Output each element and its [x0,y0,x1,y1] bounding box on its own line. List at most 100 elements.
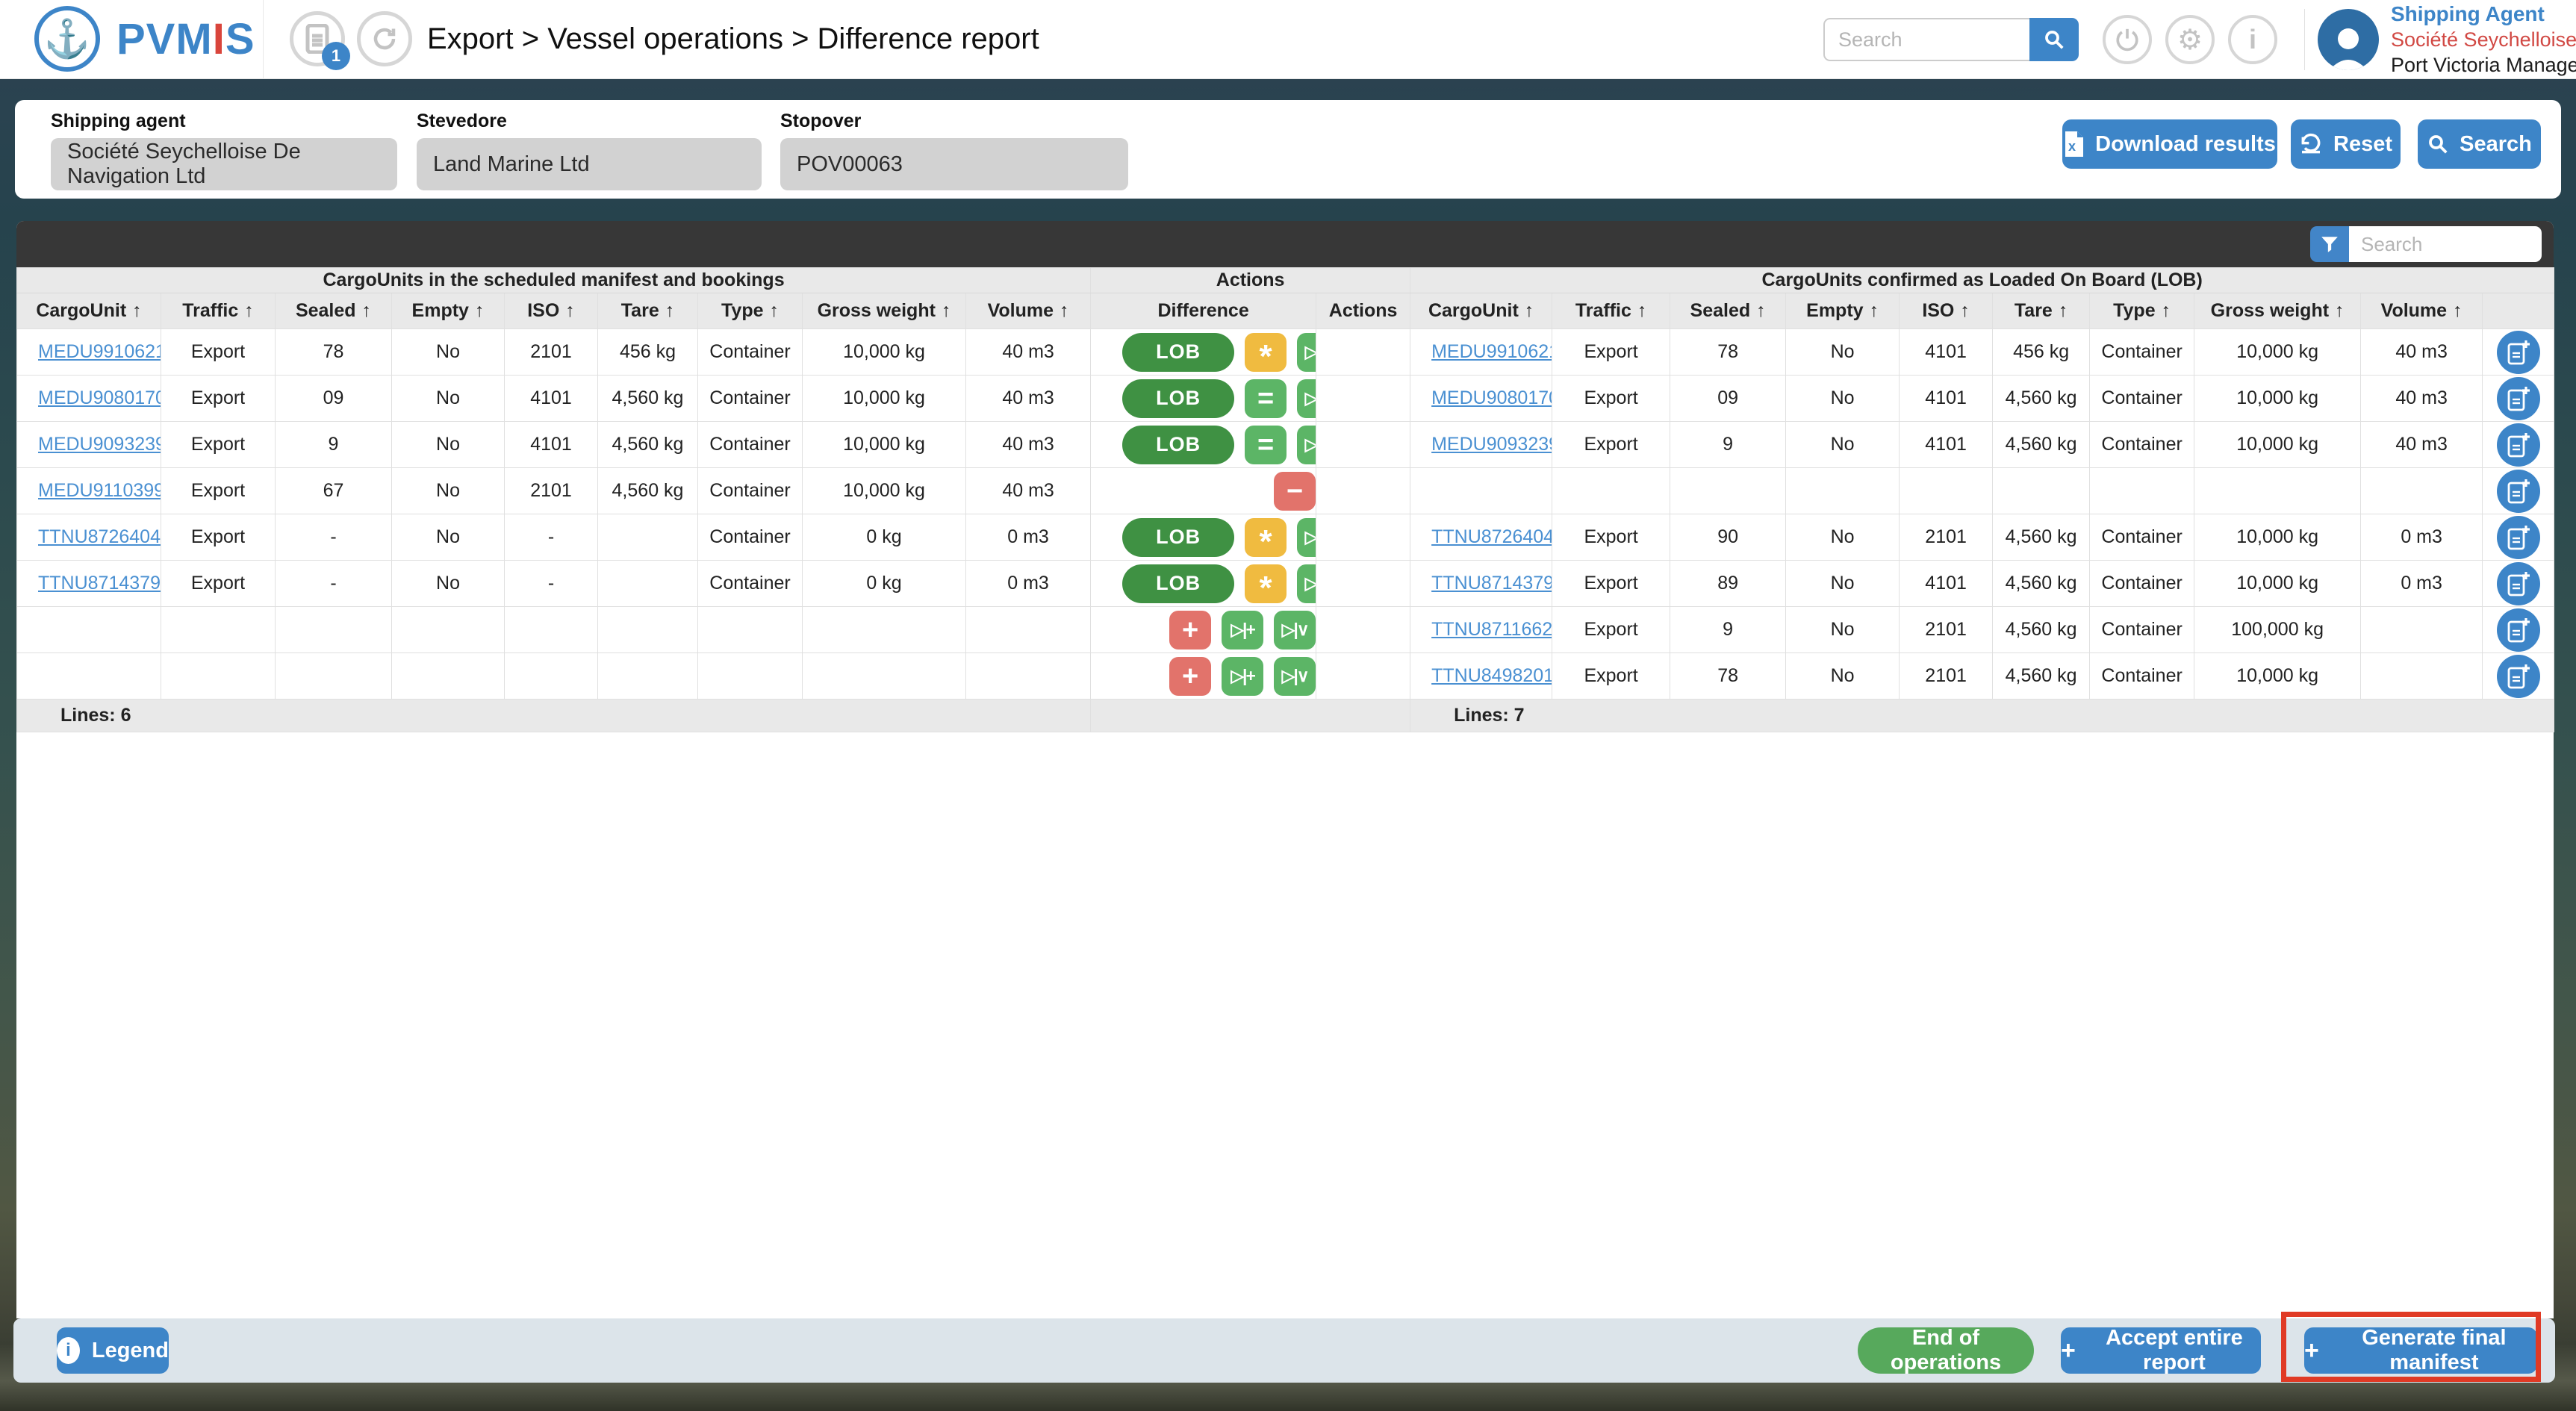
sort-arrow-icon[interactable]: ↑ [244,300,254,321]
sort-arrow-icon[interactable]: ↑ [1960,300,1970,321]
sort-arrow-icon[interactable]: ↑ [1525,300,1534,321]
column-header-volume[interactable]: Volume ↑ [965,293,1092,329]
add-document-button[interactable] [2496,515,2540,559]
logout-button[interactable] [2103,15,2152,64]
equals-action-button[interactable]: = [1245,425,1287,464]
cargo-unit-link[interactable]: MEDU9080170 [38,387,161,408]
lob-action-button[interactable]: LOB [1122,517,1235,557]
sort-arrow-icon[interactable]: ↑ [1756,300,1766,321]
sort-arrow-icon[interactable]: ↑ [1637,300,1647,321]
sort-arrow-icon[interactable]: ↑ [2059,300,2068,321]
search-button[interactable]: Search [2418,119,2541,169]
sort-arrow-icon[interactable]: ↑ [1060,300,1069,321]
asterisk-action-button[interactable]: * [1245,564,1287,605]
global-search-button[interactable] [2029,18,2079,61]
compare-action-button[interactable]: ▷|∨ [1297,425,1316,464]
lob-action-button[interactable]: LOB [1122,425,1235,464]
generate-final-manifest-button[interactable]: + Generate final manifest [2304,1326,2537,1374]
sort-arrow-icon[interactable]: ↑ [2335,300,2345,321]
reports-button[interactable]: 1 [290,11,350,70]
settings-button[interactable]: ⚙ [2165,15,2215,64]
stopover-field[interactable]: POV00063 [780,138,1128,190]
cargo-unit-link[interactable]: MEDU9110399 [38,480,161,501]
user-info[interactable]: Shipping Agent Société Seychelloise De P… [2391,1,2576,78]
compare-action-button[interactable]: ▷|∨ [1297,332,1316,372]
stevedore-field[interactable]: Land Marine Ltd [417,138,762,190]
equals-action-button[interactable]: = [1245,379,1287,418]
cargo-unit-link[interactable]: TTNU8714379 [1431,573,1552,594]
accept-entire-report-button[interactable]: + Accept entire report [2061,1326,2261,1374]
compare-action-button[interactable]: ▷|∨ [1297,517,1316,557]
end-of-operations-button[interactable]: End of operations [1858,1326,2034,1374]
column-header-tare[interactable]: Tare ↑ [597,293,698,329]
column-header-gross-weight[interactable]: Gross weight ↑ [802,293,966,329]
sort-arrow-icon[interactable]: ↑ [2162,300,2171,321]
sort-arrow-icon[interactable]: ↑ [665,300,675,321]
column-header-gross-weight[interactable]: Gross weight ↑ [2194,293,2362,329]
sort-arrow-icon[interactable]: ↑ [1870,300,1879,321]
playplus-action-button[interactable]: ▷|+ [1222,610,1264,650]
compare-action-button[interactable]: ▷|∨ [1297,564,1316,603]
download-results-button[interactable]: x Download results [2062,119,2277,169]
cargo-unit-link[interactable]: TTNU8726404 [38,526,161,547]
cargo-unit-link[interactable]: TTNU8714379 [38,573,161,594]
reset-button[interactable]: Reset [2291,119,2401,169]
shipping-agent-field[interactable]: Société Seychelloise De Navigation Ltd [51,138,397,190]
column-header-sealed[interactable]: Sealed ↑ [1670,293,1787,329]
user-avatar[interactable] [2318,9,2379,70]
column-header-type[interactable]: Type ↑ [697,293,803,329]
refresh-button[interactable] [357,11,412,66]
cargo-unit-link[interactable]: TTNU8711662 [1431,619,1552,640]
sort-arrow-icon[interactable]: ↑ [565,300,575,321]
cargo-unit-link[interactable]: MEDU9910621 [38,341,161,362]
sort-arrow-icon[interactable]: ↑ [132,300,142,321]
column-header-cargo-unit[interactable]: CargoUnit ↑ [1410,293,1553,329]
lob-action-button[interactable]: LOB [1122,332,1235,372]
plus-action-button[interactable]: + [1169,610,1212,650]
add-document-button[interactable] [2496,376,2540,420]
lob-action-button[interactable]: LOB [1122,379,1235,418]
info-button[interactable]: i [2228,15,2277,64]
compare-action-button[interactable]: ▷|∨ [1274,610,1316,650]
cargo-unit-link[interactable]: MEDU9080170 [1431,387,1552,408]
global-search-input[interactable] [1823,18,2029,61]
cargo-unit-link[interactable]: MEDU9093239 [38,434,161,455]
column-header-iso[interactable]: ISO ↑ [504,293,598,329]
asterisk-action-button[interactable]: * [1245,517,1287,558]
sort-arrow-icon[interactable]: ↑ [2453,300,2463,321]
column-header-traffic[interactable]: Traffic ↑ [1552,293,1671,329]
column-header-tare[interactable]: Tare ↑ [1992,293,2091,329]
add-document-button[interactable] [2496,608,2540,652]
cargo-unit-link[interactable]: TTNU8726404 [1431,526,1552,547]
add-document-button[interactable] [2496,561,2540,605]
column-header-iso[interactable]: ISO ↑ [1899,293,1994,329]
compare-action-button[interactable]: ▷|∨ [1274,656,1316,696]
add-document-button[interactable] [2496,330,2540,374]
sort-arrow-icon[interactable]: ↑ [942,300,951,321]
column-header-type[interactable]: Type ↑ [2089,293,2195,329]
column-header-cargo-unit[interactable]: CargoUnit ↑ [16,293,161,329]
table-search-input[interactable] [2349,226,2542,262]
asterisk-action-button[interactable]: * [1245,332,1287,373]
sort-arrow-icon[interactable]: ↑ [770,300,780,321]
cargo-unit-link[interactable]: MEDU9093239 [1431,434,1552,455]
add-document-button[interactable] [2496,423,2540,467]
plus-action-button[interactable]: + [1169,656,1212,696]
cargo-unit-link[interactable]: MEDU9910621 [1431,341,1552,362]
cargo-unit-link[interactable]: TTNU8498201 [1431,665,1552,686]
playplus-action-button[interactable]: ▷|+ [1222,656,1264,696]
column-header-empty[interactable]: Empty ↑ [1785,293,1900,329]
lob-action-button[interactable]: LOB [1122,564,1235,603]
column-header-sealed[interactable]: Sealed ↑ [275,293,392,329]
column-header-empty[interactable]: Empty ↑ [391,293,505,329]
table-filter-button[interactable] [2310,226,2349,262]
sort-arrow-icon[interactable]: ↑ [475,300,485,321]
column-header-volume[interactable]: Volume ↑ [2360,293,2483,329]
compare-action-button[interactable]: ▷|∨ [1297,379,1316,418]
legend-button[interactable]: i Legend [57,1327,169,1374]
column-header-traffic[interactable]: Traffic ↑ [161,293,276,329]
add-document-button[interactable] [2496,654,2540,698]
sort-arrow-icon[interactable]: ↑ [362,300,372,321]
minus-action-button[interactable]: − [1274,471,1316,511]
add-document-button[interactable] [2496,469,2540,513]
